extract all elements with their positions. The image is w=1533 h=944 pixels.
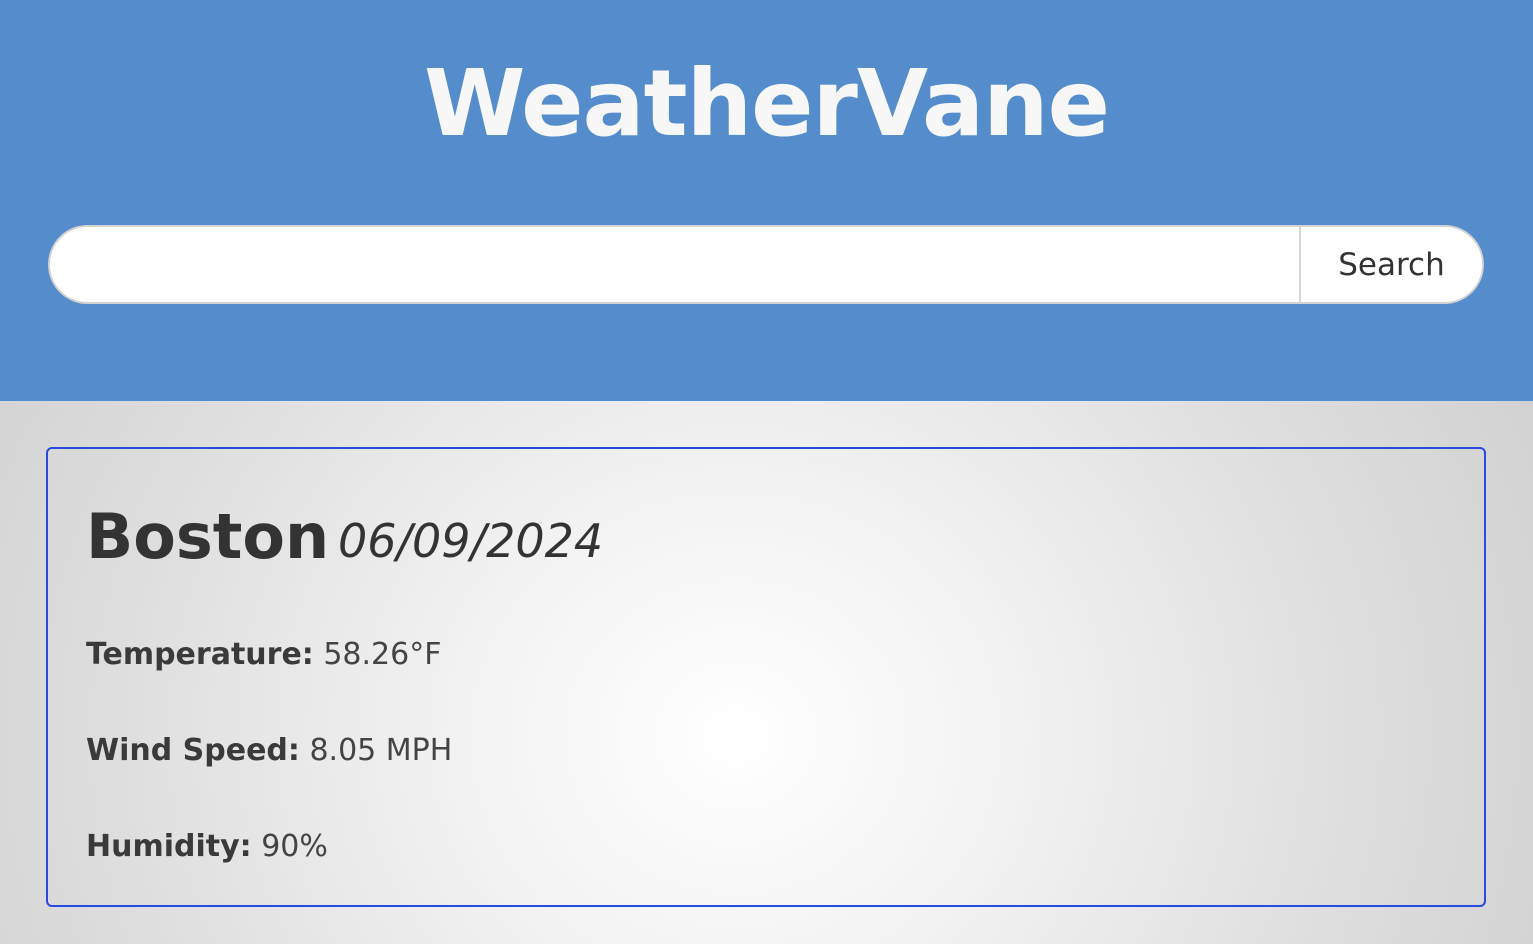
- search-bar: Search: [48, 225, 1484, 304]
- app-title: WeatherVane: [423, 50, 1110, 157]
- temperature-stat: Temperature: 58.26°F: [86, 635, 441, 675]
- wind-speed-label: Wind Speed:: [86, 733, 300, 768]
- current-weather-card: Boston 06/09/2024 Temperature: 58.26°F W…: [46, 447, 1486, 907]
- search-button[interactable]: Search: [1299, 227, 1482, 302]
- forecast-date: 06/09/2024: [338, 514, 604, 568]
- temperature-label: Temperature:: [86, 637, 314, 672]
- humidity-stat: Humidity: 90%: [86, 827, 328, 867]
- city-search-input[interactable]: [50, 227, 1299, 302]
- humidity-label: Humidity:: [86, 829, 252, 864]
- humidity-value: 90%: [261, 829, 328, 864]
- temperature-value: 58.26°F: [323, 637, 442, 672]
- wind-speed-stat: Wind Speed: 8.05 MPH: [86, 731, 452, 771]
- app-header: WeatherVane Search: [0, 0, 1533, 401]
- wind-speed-value: 8.05 MPH: [309, 733, 453, 768]
- city-name: Boston: [86, 500, 330, 573]
